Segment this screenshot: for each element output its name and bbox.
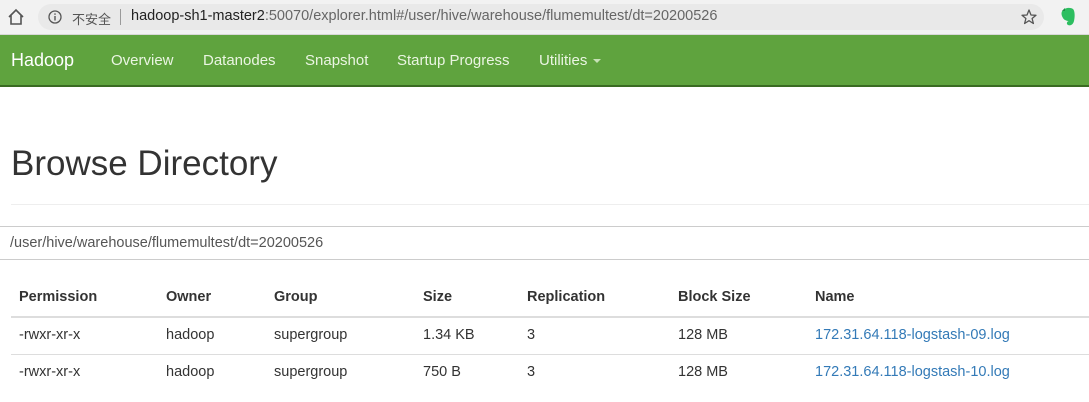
cell-size: 1.34 KB — [423, 327, 475, 343]
column-header-size[interactable]: Size — [423, 289, 452, 305]
file-name-link[interactable]: 172.31.64.118-logstash-09.log — [815, 327, 1010, 343]
cell-owner: hadoop — [166, 364, 215, 380]
insecure-label: 不安全 — [72, 13, 112, 28]
home-icon[interactable] — [6, 7, 26, 27]
url-path: :50070/explorer.html#/user/hive/warehous… — [264, 8, 718, 24]
nav-datanodes[interactable]: Datanodes — [203, 52, 276, 69]
chevron-down-icon — [593, 59, 602, 64]
directory-path-input[interactable]: /user/hive/warehouse/flumemultest/dt=202… — [0, 226, 1089, 260]
cell-group: supergroup — [274, 327, 348, 343]
table-header-divider — [11, 316, 1089, 318]
browser-toolbar: 不安全 hadoop-sh1-master2:50070/explorer.ht… — [0, 0, 1089, 35]
cell-permission: -rwxr-xr-x — [19, 327, 81, 343]
address-bar[interactable]: 不安全 hadoop-sh1-master2:50070/explorer.ht… — [38, 4, 1044, 30]
nav-overview[interactable]: Overview — [111, 52, 174, 69]
column-header-permission[interactable]: Permission — [19, 289, 97, 305]
nav-snapshot[interactable]: Snapshot — [305, 52, 368, 69]
nav-utilities[interactable]: Utilities — [539, 52, 602, 69]
url-text[interactable]: hadoop-sh1-master2:50070/explorer.html#/… — [131, 8, 717, 24]
cell-block-size: 128 MB — [678, 327, 728, 343]
url-separator — [120, 9, 121, 25]
evernote-extension-icon[interactable] — [1058, 6, 1078, 28]
brand-logo[interactable]: Hadoop — [11, 50, 74, 71]
cell-replication: 3 — [527, 327, 536, 343]
nav-startup-progress[interactable]: Startup Progress — [397, 52, 510, 69]
column-header-owner[interactable]: Owner — [166, 289, 211, 305]
column-header-replication[interactable]: Replication — [527, 289, 605, 305]
column-header-block-size[interactable]: Block Size — [678, 289, 751, 305]
row-divider — [11, 354, 1089, 355]
page-title: Browse Directory — [11, 144, 278, 183]
cell-block-size: 128 MB — [678, 364, 728, 380]
cell-permission: -rwxr-xr-x — [19, 364, 81, 380]
directory-path-text: /user/hive/warehouse/flumemultest/dt=202… — [10, 235, 324, 251]
cell-size: 750 B — [423, 364, 461, 380]
info-icon[interactable] — [48, 10, 62, 24]
cell-group: supergroup — [274, 364, 348, 380]
top-navbar: Hadoop Overview Datanodes Snapshot Start… — [0, 35, 1089, 87]
bookmark-star-icon[interactable] — [1020, 8, 1038, 26]
cell-owner: hadoop — [166, 327, 215, 343]
nav-utilities-label: Utilities — [539, 52, 588, 69]
url-host: hadoop-sh1-master2 — [131, 8, 265, 24]
column-header-name[interactable]: Name — [815, 289, 855, 305]
column-header-group[interactable]: Group — [274, 289, 318, 305]
title-divider — [11, 204, 1089, 205]
cell-replication: 3 — [527, 364, 536, 380]
file-name-link[interactable]: 172.31.64.118-logstash-10.log — [815, 364, 1010, 380]
